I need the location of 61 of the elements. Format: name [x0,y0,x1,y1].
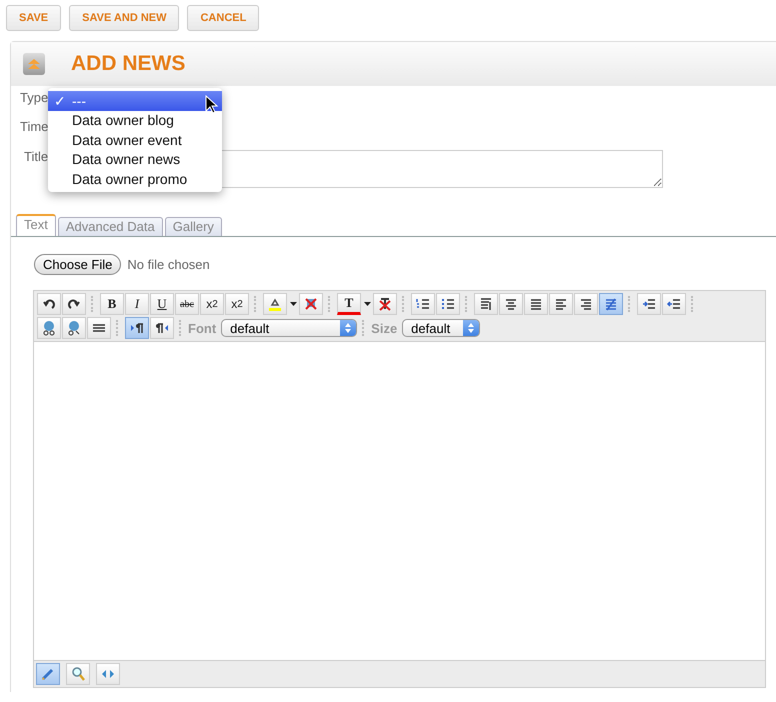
updown-icon [344,322,352,334]
rtl-button[interactable] [150,317,174,339]
menu-item[interactable]: ✓ --- [48,91,222,110]
nowrap-icon [603,296,619,312]
choose-file-button[interactable]: Choose File [34,254,122,274]
pencil-icon [40,666,56,682]
field-label: Type [20,90,48,105]
format-button[interactable]: abc [175,293,199,315]
left-button[interactable] [549,293,573,315]
link-icon [41,320,57,336]
caret-icon [364,302,370,306]
menu-item[interactable]: Data owner event [48,130,222,150]
indent-button[interactable] [637,293,661,315]
code-button[interactable] [96,663,120,685]
link-button[interactable] [37,317,61,339]
ul-button[interactable] [436,293,460,315]
outdent-button[interactable] [662,293,686,315]
select-label: Font [188,320,216,336]
nowrap-button[interactable] [599,293,623,315]
magnifier-button[interactable] [66,663,90,685]
ol-button[interactable] [411,293,435,315]
right-button[interactable] [574,293,598,315]
format-button[interactable]: T [337,293,361,315]
para-icon [478,296,494,312]
menu-item[interactable]: Data owner promo [48,169,222,188]
clear-color-button[interactable] [373,293,397,315]
tab[interactable]: Text [16,214,56,236]
clear-highlight-icon [303,296,319,312]
unlink-button[interactable] [62,317,86,339]
updown-icon [467,322,476,334]
magnifier-icon [70,666,86,682]
menu-item[interactable]: Data owner news [48,150,222,169]
redo-button[interactable] [62,293,86,315]
ul-icon [440,296,456,312]
menu-item[interactable]: Data owner blog [48,110,222,130]
highlight-icon [267,296,283,312]
center-button[interactable] [499,293,523,315]
field-label: Time [20,119,48,134]
format-button[interactable]: B [100,293,124,315]
check-mark: ✓ [54,92,66,109]
select-field[interactable]: default [221,319,358,337]
justify-button[interactable] [524,293,548,315]
para-button[interactable] [474,293,498,315]
select-label: Size [371,320,398,336]
highlight-button[interactable] [263,293,287,315]
ol-icon [415,296,431,312]
cursor-icon [205,95,219,115]
undo-button[interactable] [37,293,61,315]
field-label: Title [24,149,48,164]
format-button[interactable]: I [125,293,149,315]
clear-highlight-button[interactable] [299,293,323,315]
caret-icon [290,302,296,306]
format-button[interactable]: U [150,293,174,315]
hr-button[interactable] [87,317,111,339]
pencil-button[interactable] [36,663,60,685]
clear-color-icon [377,296,393,312]
unlink-icon [66,320,82,336]
select-field[interactable]: default [402,319,480,337]
ltr-button[interactable] [125,317,149,339]
file-status: No file chosen [127,256,210,272]
panel-title: ADD NEWS [71,52,186,76]
